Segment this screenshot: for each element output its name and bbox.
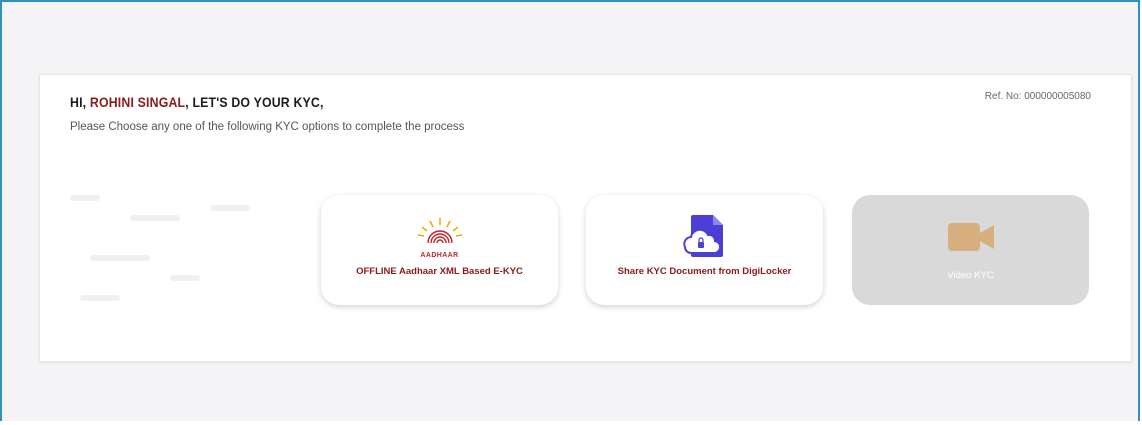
digilocker-option[interactable]: Share KYC Document from DigiLocker — [586, 195, 823, 305]
greeting-heading: HI, ROHINI SINGAL, LET'S DO YOUR KYC, — [70, 94, 324, 110]
reference-number: Ref. No: 000000005080 — [985, 91, 1091, 102]
kyc-card: HI, ROHINI SINGAL, LET'S DO YOUR KYC, Re… — [39, 74, 1132, 362]
digilocker-option-label: Share KYC Document from DigiLocker — [617, 266, 792, 277]
greeting-suffix: , LET'S DO YOUR KYC, — [185, 94, 324, 110]
video-camera-icon — [947, 223, 994, 256]
aadhaar-logo-text: AADHAAR — [420, 252, 459, 259]
video-kyc-option-label: Video KYC — [947, 270, 994, 281]
blurred-content — [70, 185, 260, 315]
greeting-prefix: HI, — [70, 94, 87, 110]
instruction-text: Please Choose any one of the following K… — [70, 121, 465, 133]
aadhaar-option-label: OFFLINE Aadhaar XML Based E-KYC — [356, 266, 523, 277]
ref-label: Ref. No: — [984, 91, 1022, 102]
page-frame: HI, ROHINI SINGAL, LET'S DO YOUR KYC, Re… — [0, 0, 1140, 421]
aadhaar-ekyc-option[interactable]: AADHAAR OFFLINE Aadhaar XML Based E-KYC — [321, 195, 558, 305]
digilocker-icon — [682, 213, 727, 264]
user-name: ROHINI SINGAL — [89, 94, 186, 110]
ref-value: 000000005080 — [1024, 91, 1091, 102]
aadhaar-logo-icon: AADHAAR — [410, 217, 470, 259]
video-kyc-option[interactable]: Video KYC — [852, 195, 1089, 305]
